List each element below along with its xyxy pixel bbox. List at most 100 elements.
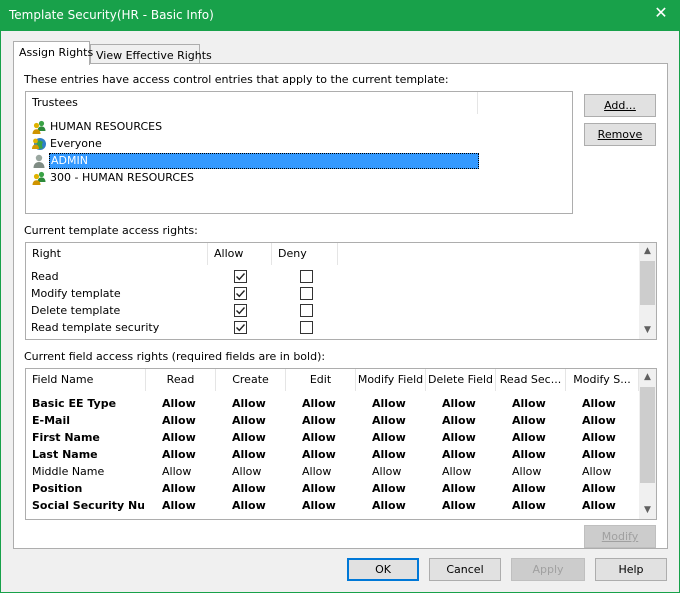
trustee-name: Everyone [50, 137, 102, 150]
field-permission: Allow [162, 397, 196, 410]
field-permission: Allow [232, 448, 266, 461]
field-name: Social Security Nu... [32, 499, 144, 512]
allow-column-header[interactable]: Allow [208, 243, 272, 265]
right-column-header[interactable]: Right [26, 243, 208, 265]
modify-button[interactable]: Modify [584, 525, 656, 548]
field-permission: Allow [582, 448, 616, 461]
field-column-header[interactable]: Delete Field [426, 369, 496, 391]
field-row[interactable]: E-Mail Allow Allow Allow Allow Allow Allow Allo… [26, 412, 656, 429]
deny-column-header[interactable]: Deny [272, 243, 338, 265]
field-column-header[interactable]: Read Sec... [496, 369, 566, 391]
deny-checkbox[interactable] [300, 287, 313, 300]
field-permission: Allow [442, 482, 476, 495]
field-column-header[interactable]: Field Name [26, 369, 146, 391]
template-right-row[interactable]: Modify template [31, 285, 121, 302]
template-right-row[interactable]: Read [31, 268, 59, 285]
trustee-row[interactable]: Everyone [31, 135, 102, 152]
allow-checkbox[interactable] [234, 321, 247, 334]
field-name: Basic EE Type [32, 397, 117, 410]
field-name: E-Mail [32, 414, 70, 427]
trustees-column-header[interactable]: Trustees [26, 92, 478, 114]
field-permission: Allow [162, 465, 192, 478]
remove-button[interactable]: Remove [584, 123, 656, 146]
field-permission: Allow [512, 397, 546, 410]
field-column-header[interactable]: Edit [286, 369, 356, 391]
field-permission: Allow [582, 431, 616, 444]
template-rights-scrollbar[interactable]: ▲ ▼ [639, 243, 656, 339]
template-right-row[interactable]: Delete template [31, 302, 120, 319]
field-rights-scrollbar[interactable]: ▲ ▼ [639, 369, 656, 519]
field-permission: Allow [512, 414, 546, 427]
modify-button-label: Modify [601, 530, 639, 543]
tab-assign-rights[interactable]: Assign Rights [13, 41, 94, 65]
field-permission: Allow [372, 414, 406, 427]
group-icon [31, 170, 47, 186]
field-permission: Allow [512, 431, 546, 444]
deny-checkbox[interactable] [300, 304, 313, 317]
field-row[interactable]: Basic EE Type Allow Allow Allow Allow Allow Al… [26, 395, 656, 412]
field-row[interactable]: Middle Name Allow Allow Allow Allow Allow Allo… [26, 463, 656, 480]
close-icon[interactable]: ✕ [654, 5, 668, 21]
deny-checkbox[interactable] [300, 321, 313, 334]
field-row[interactable]: Last Name Allow Allow Allow Allow Allow Allow A… [26, 446, 656, 463]
scroll-up-icon[interactable]: ▲ [639, 369, 656, 386]
cancel-button[interactable]: Cancel [429, 558, 501, 581]
remove-button-label: Remove [597, 128, 643, 141]
field-permission: Allow [232, 397, 266, 410]
field-permission: Allow [512, 465, 542, 478]
tab-view-effective-rights[interactable]: View Effective Rights [90, 44, 212, 65]
deny-checkbox[interactable] [300, 270, 313, 283]
field-name: First Name [32, 431, 100, 444]
allow-checkbox[interactable] [234, 287, 247, 300]
trustees-list[interactable]: Trustees HUMAN RESOURCES Everyone ADMIN 300… [25, 91, 573, 214]
ok-button[interactable]: OK [347, 558, 419, 581]
apply-button-label: Apply [532, 563, 564, 576]
field-permission: Allow [442, 448, 476, 461]
field-permission: Allow [442, 431, 476, 444]
field-column-header[interactable]: Modify S... [566, 369, 639, 391]
tab-assign-rights-label: Assign Rights [19, 46, 94, 59]
field-rights-list[interactable]: Field Name Read Create Edit Modify Field Dele… [25, 368, 657, 520]
field-row[interactable]: Social Security Nu... Allow Allow Allow Allo… [26, 497, 656, 514]
scroll-thumb[interactable] [640, 261, 655, 305]
template-rights-list[interactable]: Right Allow Deny Read Modify template Dele… [25, 242, 657, 340]
allow-checkbox[interactable] [234, 304, 247, 317]
field-column-header[interactable]: Create [216, 369, 286, 391]
trustee-row[interactable]: ADMIN [31, 152, 479, 169]
field-column-header[interactable]: Read [146, 369, 216, 391]
field-permission: Allow [372, 499, 406, 512]
field-permission: Allow [442, 499, 476, 512]
field-permission: Allow [582, 499, 616, 512]
field-rights-label: Current field access rights (required fi… [24, 350, 326, 363]
trustees-section-label: These entries have access control entrie… [24, 73, 449, 86]
field-permission: Allow [582, 465, 612, 478]
apply-button[interactable]: Apply [511, 558, 585, 581]
help-button[interactable]: Help [595, 558, 667, 581]
trustee-row[interactable]: 300 - HUMAN RESOURCES [31, 169, 194, 186]
add-button[interactable]: Add... [584, 94, 656, 117]
field-permission: Allow [232, 465, 262, 478]
template-right-row[interactable]: Read template security [31, 319, 159, 336]
field-permission: Allow [232, 414, 266, 427]
field-permission: Allow [582, 482, 616, 495]
field-permission: Allow [162, 482, 196, 495]
scroll-thumb[interactable] [640, 387, 655, 483]
scroll-down-icon[interactable]: ▼ [639, 502, 656, 519]
scroll-up-icon[interactable]: ▲ [639, 243, 656, 260]
field-permission: Allow [232, 431, 266, 444]
field-permission: Allow [582, 397, 616, 410]
scroll-down-icon[interactable]: ▼ [639, 322, 656, 339]
field-permission: Allow [162, 499, 196, 512]
allow-checkbox[interactable] [234, 270, 247, 283]
trustee-name: 300 - HUMAN RESOURCES [50, 171, 195, 184]
field-permission: Allow [372, 431, 406, 444]
template-rights-label: Current template access rights: [24, 224, 198, 237]
field-permission: Allow [302, 482, 336, 495]
field-column-header[interactable]: Modify Field [356, 369, 426, 391]
trustee-row[interactable]: HUMAN RESOURCES [31, 118, 162, 135]
field-permission: Allow [372, 397, 406, 410]
field-permission: Allow [582, 414, 616, 427]
field-row[interactable]: First Name Allow Allow Allow Allow Allow Allow… [26, 429, 656, 446]
field-row[interactable]: Position Allow Allow Allow Allow Allow Allow Al… [26, 480, 656, 497]
everyone-icon [31, 136, 47, 152]
